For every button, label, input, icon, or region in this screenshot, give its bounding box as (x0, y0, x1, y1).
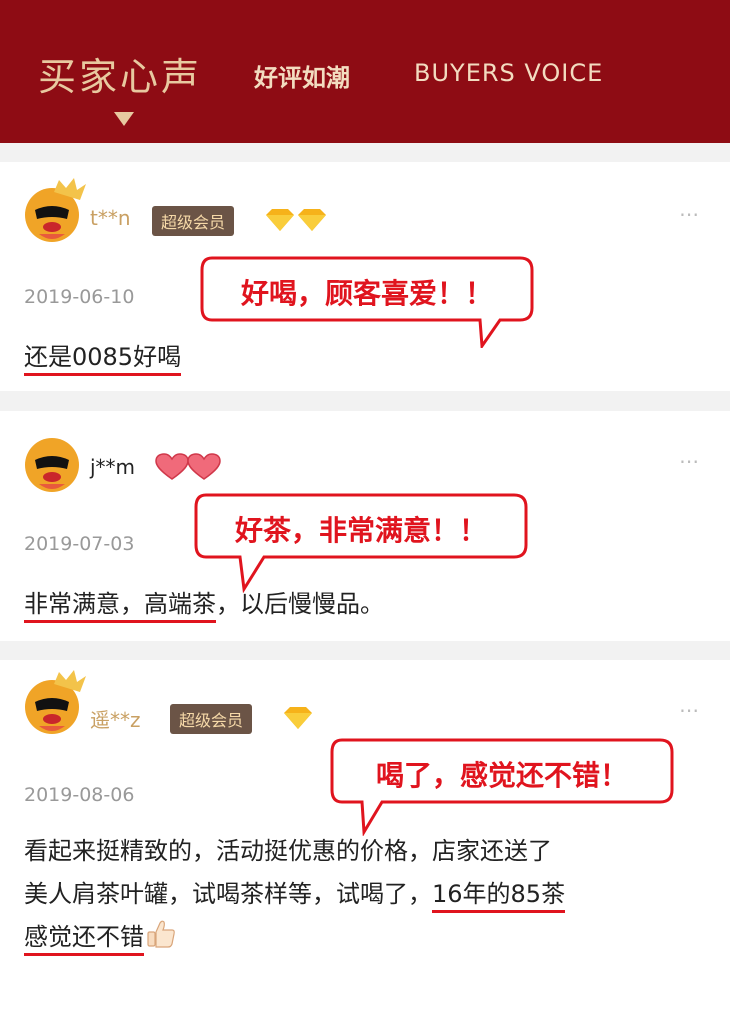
avatar (25, 670, 86, 734)
username[interactable]: t**n (90, 206, 131, 230)
bubble-text: 好茶，非常满意！！ (234, 514, 487, 547)
more-options-icon[interactable]: ⋯ (679, 202, 700, 226)
review-date: 2019-06-10 (24, 286, 135, 308)
review-card: t**n 超级会员 ⋯ 2019-06-10 好喝，顾客喜爱！！ 还是0085好… (0, 162, 730, 391)
comment-line: 感觉还不错 (24, 916, 714, 959)
highlighted-text: 16年的85茶 (432, 880, 566, 913)
page-title-en: BUYERS VOICE (414, 59, 604, 87)
page-title: 买家心声 (38, 55, 203, 99)
review-date: 2019-07-03 (24, 533, 135, 555)
review-comment: 还是0085好喝 (24, 336, 182, 379)
member-badge: 超级会员 (152, 206, 235, 236)
review-date: 2019-08-06 (24, 784, 135, 806)
diamond-icon (284, 707, 312, 729)
review-comment: 看起来挺精致的，活动挺优惠的价格，店家还送了 美人肩茶叶罐，试喝茶样等，试喝了，… (24, 830, 714, 959)
comment-line: 看起来挺精致的，活动挺优惠的价格，店家还送了 (24, 837, 552, 865)
bubble-text: 喝了，感觉还不错！ (375, 759, 628, 792)
page-subtitle: 好评如潮 (254, 64, 350, 92)
comment-line: 美人肩茶叶罐，试喝茶样等，试喝了，16年的85茶 (24, 873, 714, 916)
member-badge: 超级会员 (170, 704, 253, 734)
header-banner: 买家心声 好评如潮 BUYERS VOICE (0, 0, 730, 143)
avatar (25, 178, 86, 242)
review-card: 遥**z 超级会员 ⋯ 2019-08-06 喝了，感觉还不错！ 看起来挺精致的… (0, 660, 730, 1010)
diamond-icon (266, 209, 326, 231)
thumbs-up-icon (147, 920, 175, 948)
more-options-icon[interactable]: ⋯ (679, 698, 700, 722)
comment-text: 美人肩茶叶罐，试喝茶样等，试喝了， (24, 880, 432, 908)
username[interactable]: 遥**z (90, 704, 141, 733)
comment-text: ，以后慢慢品。 (216, 590, 384, 618)
review-comment: 非常满意，高端茶，以后慢慢品。 (24, 583, 384, 626)
bubble-text: 好喝，顾客喜爱！！ (240, 277, 493, 310)
more-options-icon[interactable]: ⋯ (679, 449, 700, 473)
highlighted-text: 非常满意，高端茶 (24, 590, 216, 623)
review-card: j**m ⋯ 2019-07-03 好茶，非常满意！！ 非常满意，高端茶，以后慢… (0, 411, 730, 641)
highlighted-text: 感觉还不错 (24, 923, 144, 956)
down-arrow-icon (114, 112, 134, 126)
avatar (25, 438, 79, 492)
heart-icon (155, 453, 221, 480)
username[interactable]: j**m (90, 455, 135, 479)
highlighted-text: 还是0085好喝 (24, 343, 182, 376)
